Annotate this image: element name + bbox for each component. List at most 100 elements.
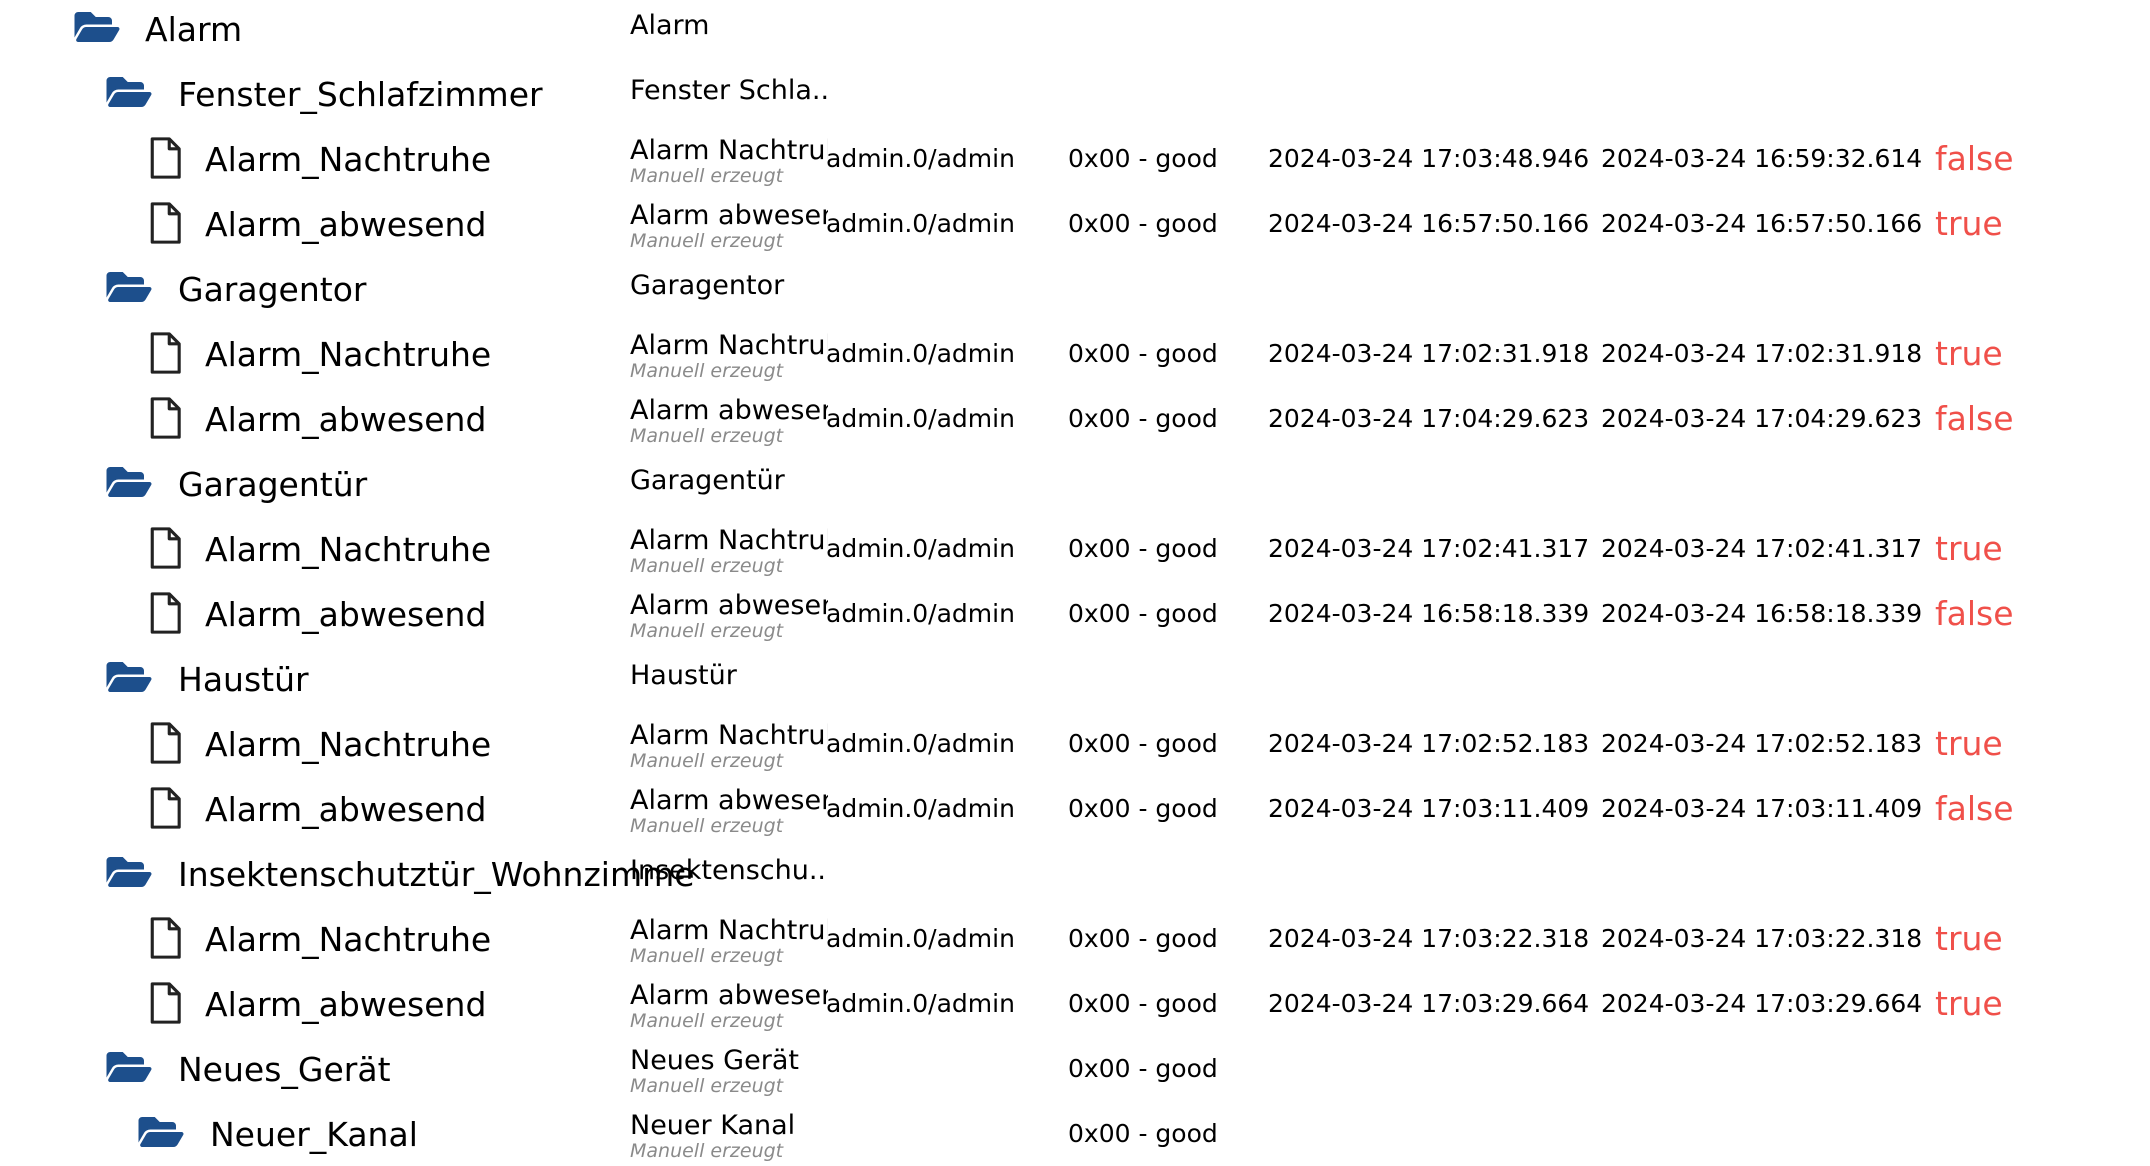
- value-cell[interactable]: true: [1935, 984, 2003, 1023]
- object-id-label: Alarm_Nachtruhe: [205, 335, 492, 374]
- object-name-subtitle: Manuell erzeugt: [630, 165, 784, 187]
- folder-open-icon[interactable]: [104, 72, 154, 112]
- timestamp-cell: 2024-03-24 17:02:31.918: [1268, 339, 1590, 368]
- object-name-subtitle: Manuell erzeugt: [630, 360, 784, 382]
- from-cell: admin.0/admin: [826, 404, 1015, 433]
- name-cell: Alarm Nachtruh Manuell erzeugt: [630, 517, 828, 577]
- object-id-label: Fenster_Schlafzimmer: [178, 75, 543, 114]
- object-name: Fenster Schla...: [630, 75, 828, 106]
- folder-open-icon[interactable]: [104, 657, 154, 697]
- object-id-label: Garagentor: [178, 270, 367, 309]
- object-name-subtitle: Manuell erzeugt: [630, 620, 784, 642]
- timestamp-cell: 2024-03-24 17:03:11.409: [1268, 794, 1590, 823]
- timestamp-cell: 2024-03-24 16:58:18.339: [1268, 599, 1590, 628]
- object-tree: Alarm Alarm Fenster_Schlafzimmer Fenster Sc…: [0, 0, 2150, 1162]
- file-icon: [148, 591, 182, 635]
- name-cell: Alarm abwesen Manuell erzeugt: [630, 387, 828, 447]
- timestamp-cell: 2024-03-24 17:03:48.946: [1268, 144, 1590, 173]
- state-row[interactable]: Alarm_Nachtruhe Alarm Nachtruh Manuell erz…: [0, 322, 2150, 386]
- quality-cell: 0x00 - good: [1068, 989, 1218, 1018]
- object-name-subtitle: Manuell erzeugt: [630, 425, 784, 447]
- folder-open-icon[interactable]: [104, 1047, 154, 1087]
- quality-cell: 0x00 - good: [1068, 404, 1218, 433]
- from-cell: admin.0/admin: [826, 339, 1015, 368]
- quality-cell: 0x00 - good: [1068, 1054, 1218, 1083]
- state-row[interactable]: Alarm_Nachtruhe Alarm Nachtruh Manuell erz…: [0, 517, 2150, 581]
- object-name: Garagentür: [630, 465, 785, 496]
- object-name: Alarm abwesen: [630, 980, 828, 1011]
- file-icon: [148, 981, 182, 1025]
- state-row[interactable]: Alarm_abwesend Alarm abwesen Manuell erzeu…: [0, 387, 2150, 451]
- value-cell[interactable]: true: [1935, 529, 2003, 568]
- file-icon: [148, 136, 182, 180]
- value-cell[interactable]: true: [1935, 919, 2003, 958]
- file-icon: [148, 721, 182, 765]
- name-cell: Alarm abwesen Manuell erzeugt: [630, 582, 828, 642]
- name-cell: Alarm abwesen Manuell erzeugt: [630, 777, 828, 837]
- value-cell[interactable]: false: [1935, 399, 2014, 438]
- last-change-cell: 2024-03-24 16:59:32.614: [1601, 144, 1923, 173]
- last-change-cell: 2024-03-24 17:02:41.317: [1601, 534, 1923, 563]
- folder-row[interactable]: Alarm Alarm: [0, 0, 2150, 61]
- folder-open-icon[interactable]: [136, 1112, 186, 1152]
- value-cell[interactable]: true: [1935, 724, 2003, 763]
- object-name: Neuer Kanal: [630, 1110, 796, 1141]
- folder-open-icon[interactable]: [104, 852, 154, 892]
- last-change-cell: 2024-03-24 17:03:29.664: [1601, 989, 1923, 1018]
- quality-cell: 0x00 - good: [1068, 794, 1218, 823]
- object-id-label: Alarm_Nachtruhe: [205, 725, 492, 764]
- name-cell: Haustür: [630, 647, 828, 692]
- object-name: Alarm Nachtruh: [630, 330, 828, 361]
- object-name: Neues Gerät: [630, 1045, 799, 1076]
- folder-row[interactable]: Haustür Haustür: [0, 647, 2150, 711]
- name-cell: Alarm: [630, 0, 828, 42]
- object-name: Garagentor: [630, 270, 785, 301]
- state-row[interactable]: Alarm_Nachtruhe Alarm Nachtruh Manuell erz…: [0, 712, 2150, 776]
- last-change-cell: 2024-03-24 17:03:22.318: [1601, 924, 1923, 953]
- object-name: Alarm abwesen: [630, 785, 828, 816]
- quality-cell: 0x00 - good: [1068, 599, 1218, 628]
- name-cell: Neues Gerät Manuell erzeugt: [630, 1037, 828, 1097]
- value-cell[interactable]: true: [1935, 204, 2003, 243]
- folder-row[interactable]: Neues_Gerät Neues Gerät Manuell erzeugt 0x0…: [0, 1037, 2150, 1101]
- folder-open-icon[interactable]: [104, 267, 154, 307]
- folder-open-icon[interactable]: [72, 7, 122, 47]
- name-cell: Garagentor: [630, 257, 828, 302]
- state-row[interactable]: Alarm_abwesend Alarm abwesen Manuell erzeu…: [0, 582, 2150, 646]
- object-id-label: Neuer_Kanal: [210, 1115, 418, 1154]
- folder-row[interactable]: Fenster_Schlafzimmer Fenster Schla...: [0, 62, 2150, 126]
- value-cell[interactable]: false: [1935, 789, 2014, 828]
- last-change-cell: 2024-03-24 16:58:18.339: [1601, 599, 1923, 628]
- state-row[interactable]: Alarm_abwesend Alarm abwesen Manuell erzeu…: [0, 777, 2150, 841]
- folder-row[interactable]: Neuer_Kanal Neuer Kanal Manuell erzeugt 0x0…: [0, 1102, 2150, 1166]
- value-cell[interactable]: true: [1935, 334, 2003, 373]
- object-id-label: Garagentür: [178, 465, 368, 504]
- object-name: Alarm Nachtruh: [630, 720, 828, 751]
- object-name-subtitle: Manuell erzeugt: [630, 1140, 784, 1162]
- state-row[interactable]: Alarm_abwesend Alarm abwesen Manuell erzeu…: [0, 972, 2150, 1036]
- last-change-cell: 2024-03-24 17:03:11.409: [1601, 794, 1923, 823]
- state-row[interactable]: Alarm_abwesend Alarm abwesen Manuell erzeu…: [0, 192, 2150, 256]
- object-id-label: Alarm_Nachtruhe: [205, 920, 492, 959]
- value-cell[interactable]: false: [1935, 594, 2014, 633]
- state-row[interactable]: Alarm_Nachtruhe Alarm Nachtruh Manuell erz…: [0, 907, 2150, 971]
- name-cell: Alarm Nachtruh Manuell erzeugt: [630, 322, 828, 382]
- state-row[interactable]: Alarm_Nachtruhe Alarm Nachtruh Manuell erz…: [0, 127, 2150, 191]
- quality-cell: 0x00 - good: [1068, 209, 1218, 238]
- last-change-cell: 2024-03-24 16:57:50.166: [1601, 209, 1923, 238]
- name-cell: Alarm Nachtruh Manuell erzeugt: [630, 712, 828, 772]
- folder-row[interactable]: Garagentor Garagentor: [0, 257, 2150, 321]
- object-name: Alarm abwesen: [630, 200, 828, 231]
- from-cell: admin.0/admin: [826, 144, 1015, 173]
- folder-row[interactable]: Insektenschutztür_Wohnzimme Insektenschu.…: [0, 842, 2150, 906]
- folder-row[interactable]: Garagentür Garagentür: [0, 452, 2150, 516]
- file-icon: [148, 331, 182, 375]
- folder-open-icon[interactable]: [104, 462, 154, 502]
- from-cell: admin.0/admin: [826, 534, 1015, 563]
- from-cell: admin.0/admin: [826, 599, 1015, 628]
- quality-cell: 0x00 - good: [1068, 1119, 1218, 1148]
- name-cell: Alarm abwesen Manuell erzeugt: [630, 192, 828, 252]
- value-cell[interactable]: false: [1935, 139, 2014, 178]
- object-name-subtitle: Manuell erzeugt: [630, 1010, 784, 1032]
- object-id-label: Alarm_abwesend: [205, 205, 487, 244]
